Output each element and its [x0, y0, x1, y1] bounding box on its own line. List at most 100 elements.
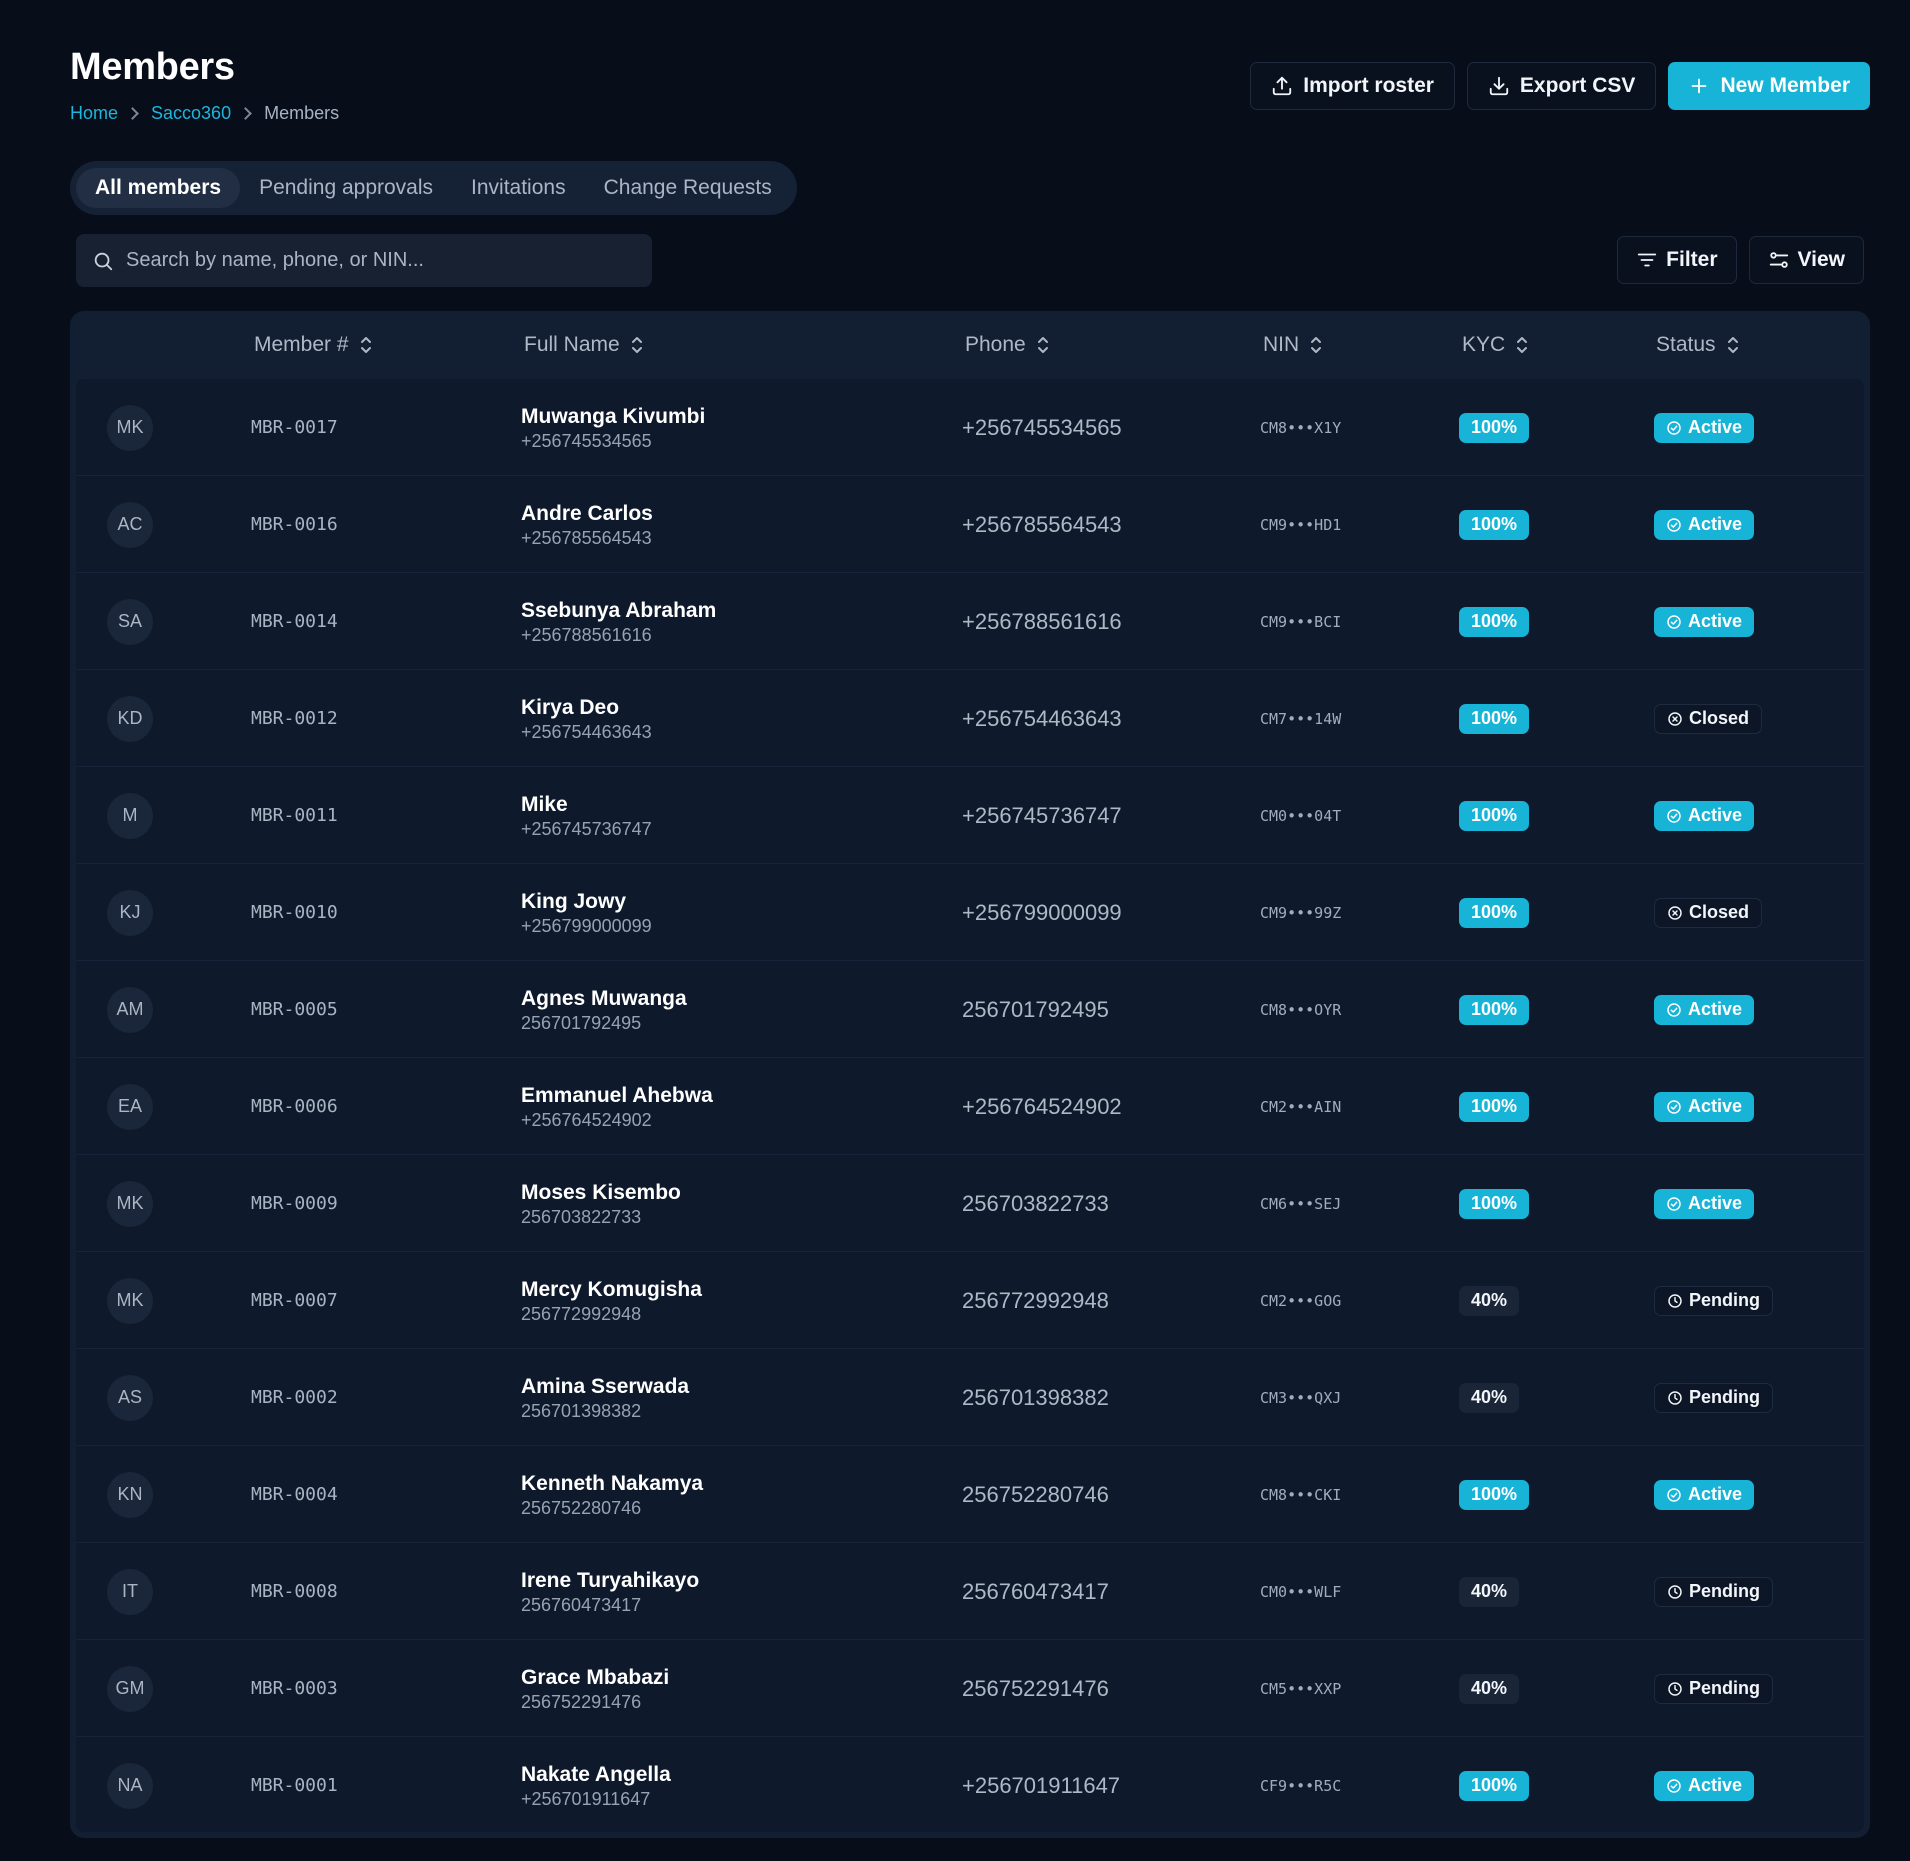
member-name[interactable]: Moses Kisembo — [521, 1179, 681, 1206]
table-tools: Filter View — [1617, 236, 1864, 284]
table-row[interactable]: MK MBR-0007 Mercy Komugisha 256772992948 256… — [76, 1252, 1864, 1349]
name-cell: Amina Sserwada 256701398382 — [521, 1349, 689, 1446]
tab-pending-approvals[interactable]: Pending approvals — [240, 168, 452, 208]
table-row[interactable]: SA MBR-0014 Ssebunya Abraham +256788561616 +… — [76, 573, 1864, 670]
table-row[interactable]: MK MBR-0009 Moses Kisembo 256703822733 25670… — [76, 1155, 1864, 1252]
table-row[interactable]: MK MBR-0017 Muwanga Kivumbi +256745534565 +2… — [76, 379, 1864, 476]
status-label: Active — [1688, 1484, 1743, 1504]
member-name[interactable]: Amina Sserwada — [521, 1373, 689, 1400]
member-name[interactable]: Ssebunya Abraham — [521, 597, 716, 624]
clock-icon — [1668, 1390, 1682, 1405]
new-member-button[interactable]: New Member — [1668, 62, 1870, 110]
column-member-no[interactable]: Member # — [254, 311, 373, 379]
status-label: Active — [1688, 1096, 1743, 1116]
name-cell: Emmanuel Ahebwa +256764524902 — [521, 1058, 713, 1155]
avatar-cell: MK — [107, 1252, 153, 1349]
avatar: MK — [107, 1277, 153, 1324]
name-cell: Irene Turyahikayo 256760473417 — [521, 1543, 699, 1640]
member-name[interactable]: Grace Mbabazi — [521, 1664, 669, 1691]
member-nin: CM2•••AIN — [1260, 1097, 1342, 1116]
table-row[interactable]: EA MBR-0006 Emmanuel Ahebwa +256764524902 +2… — [76, 1058, 1864, 1155]
member-name[interactable]: Andre Carlos — [521, 500, 653, 527]
status-label: Pending — [1689, 1387, 1760, 1407]
column-full-name[interactable]: Full Name — [524, 311, 644, 379]
new-member-label: New Member — [1720, 74, 1850, 97]
avatar-cell: SA — [107, 573, 153, 670]
tab-change-requests[interactable]: Change Requests — [585, 168, 791, 208]
kyc-badge: 40% — [1459, 1285, 1520, 1316]
member-sub-phone: 256752291476 — [521, 1692, 642, 1712]
kyc-badge: 100% — [1459, 509, 1530, 540]
table-row[interactable]: IT MBR-0008 Irene Turyahikayo 256760473417 2… — [76, 1543, 1864, 1640]
column-status[interactable]: Status — [1656, 311, 1740, 379]
search-input[interactable] — [126, 249, 626, 272]
check-circle-icon — [1667, 420, 1681, 435]
kyc-badge: 100% — [1459, 1188, 1530, 1219]
clock-icon — [1668, 1584, 1682, 1599]
table-row[interactable]: KD MBR-0012 Kirya Deo +256754463643 +2567544… — [76, 670, 1864, 767]
table-row[interactable]: M MBR-0011 Mike +256745736747 +256745736747 C… — [76, 767, 1864, 864]
import-roster-button[interactable]: Import roster — [1250, 62, 1455, 110]
member-phone: +256788561616 — [962, 608, 1122, 634]
status-cell: Pending — [1654, 1543, 1773, 1640]
check-circle-icon — [1667, 1002, 1681, 1017]
member-number: MBR-0009 — [251, 1193, 338, 1214]
status-cell: Active — [1654, 961, 1755, 1058]
member-name[interactable]: Kenneth Nakamya — [521, 1470, 703, 1497]
member-name[interactable]: Muwanga Kivumbi — [521, 403, 705, 430]
column-nin[interactable]: NIN — [1263, 311, 1323, 379]
table-row[interactable]: AM MBR-0005 Agnes Muwanga 256701792495 25670… — [76, 961, 1864, 1058]
status-badge: Closed — [1654, 703, 1763, 734]
member-sub-phone: 256701792495 — [521, 1013, 642, 1033]
member-name[interactable]: Kirya Deo — [521, 694, 619, 721]
status-badge: Pending — [1654, 1673, 1773, 1704]
check-circle-icon — [1667, 1778, 1681, 1793]
avatar-cell: AM — [107, 961, 153, 1058]
tab-all-members[interactable]: All members — [76, 168, 241, 208]
member-name[interactable]: Irene Turyahikayo — [521, 1567, 699, 1594]
check-circle-icon — [1667, 517, 1681, 532]
status-cell: Closed — [1654, 864, 1763, 961]
check-circle-icon — [1667, 614, 1681, 629]
table-row[interactable]: NA MBR-0001 Nakate Angella +256701911647 +25… — [76, 1737, 1864, 1832]
member-name[interactable]: Mercy Komugisha — [521, 1276, 702, 1303]
member-nin: CM0•••04T — [1260, 806, 1342, 825]
avatar-cell: GM — [107, 1640, 153, 1737]
member-name[interactable]: Agnes Muwanga — [521, 985, 687, 1012]
export-csv-button[interactable]: Export CSV — [1466, 62, 1657, 110]
sort-icon — [631, 337, 642, 353]
name-cell: Kirya Deo +256754463643 — [521, 670, 652, 767]
kyc-cell: 100% — [1459, 1058, 1530, 1155]
member-sub-phone: +256788561616 — [521, 625, 652, 645]
member-name[interactable]: Nakate Angella — [521, 1761, 671, 1788]
member-name[interactable]: Mike — [521, 791, 568, 818]
breadcrumb-home[interactable]: Home — [70, 103, 118, 124]
member-sub-phone: 256760473417 — [521, 1595, 642, 1615]
column-phone[interactable]: Phone — [965, 311, 1050, 379]
table-row[interactable]: GM MBR-0003 Grace Mbabazi 256752291476 25675… — [76, 1640, 1864, 1737]
filter-button[interactable]: Filter — [1617, 236, 1737, 284]
member-number: MBR-0011 — [251, 805, 338, 826]
member-number: MBR-0006 — [251, 1096, 338, 1117]
kyc-badge: 100% — [1459, 994, 1530, 1025]
column-kyc[interactable]: KYC — [1462, 311, 1529, 379]
status-cell: Pending — [1654, 1252, 1773, 1349]
name-cell: Moses Kisembo 256703822733 — [521, 1155, 681, 1252]
x-circle-icon — [1668, 905, 1682, 920]
view-button[interactable]: View — [1748, 236, 1864, 284]
status-label: Closed — [1689, 708, 1750, 728]
tab-invitations[interactable]: Invitations — [452, 168, 585, 208]
breadcrumb-sacco360[interactable]: Sacco360 — [151, 103, 231, 124]
kyc-badge: 100% — [1459, 897, 1530, 928]
check-circle-icon — [1667, 808, 1681, 823]
table-row[interactable]: KJ MBR-0010 King Jowy +256799000099 +2567990… — [76, 864, 1864, 961]
table-row[interactable]: KN MBR-0004 Kenneth Nakamya 256752280746 256… — [76, 1446, 1864, 1543]
member-name[interactable]: King Jowy — [521, 888, 626, 915]
sort-icon — [1037, 337, 1048, 353]
page-title: Members — [70, 46, 235, 88]
table-row[interactable]: AC MBR-0016 Andre Carlos +256785564543 +2567… — [76, 476, 1864, 573]
member-sub-phone: +256701911647 — [521, 1789, 651, 1809]
status-cell: Pending — [1654, 1640, 1773, 1737]
member-name[interactable]: Emmanuel Ahebwa — [521, 1082, 713, 1109]
table-row[interactable]: AS MBR-0002 Amina Sserwada 256701398382 2567… — [76, 1349, 1864, 1446]
